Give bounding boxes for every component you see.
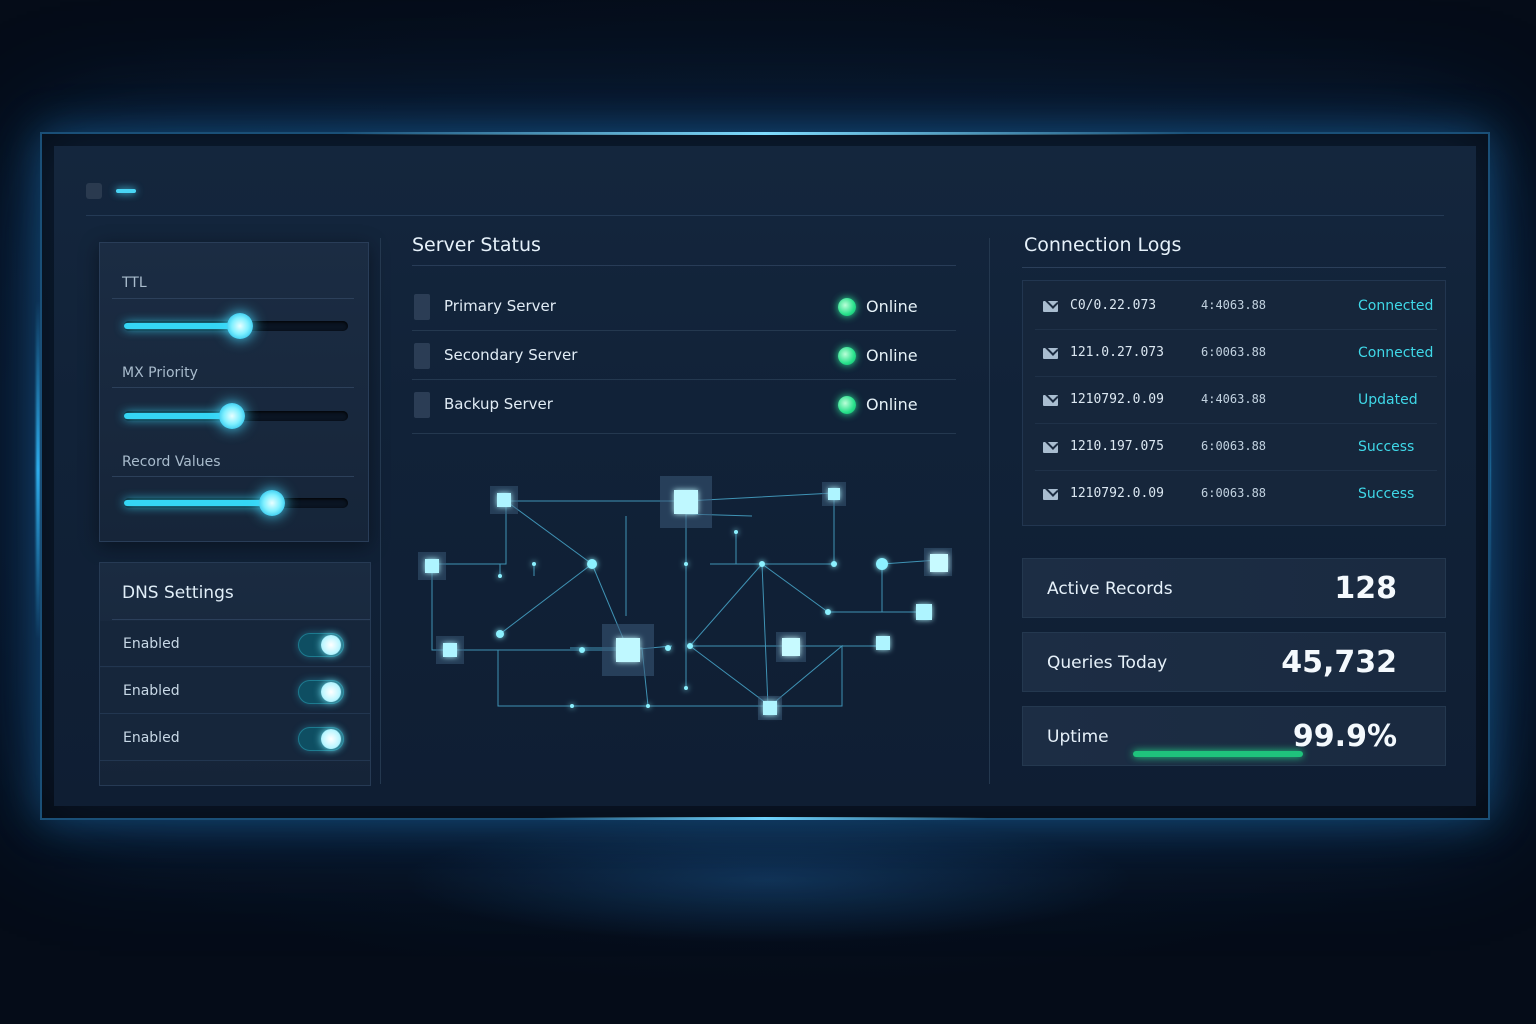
log-status: Updated: [1358, 392, 1418, 408]
log-address: 1210.197.075: [1070, 439, 1164, 454]
dns-toggle-3[interactable]: [298, 727, 344, 751]
log-time: 4:4063.88: [1201, 392, 1267, 406]
divider: [112, 298, 354, 299]
log-time: 6:0063.88: [1201, 486, 1267, 500]
title-bar: [86, 172, 1444, 216]
mx-priority-slider-fill: [124, 413, 232, 419]
uptime-progress-fill: [1133, 751, 1303, 757]
dashboard-window: TTL MX Priority Record Values DNS Settin…: [40, 132, 1490, 820]
active-records-card: Active Records 128: [1022, 558, 1446, 618]
window-menu-button[interactable]: [86, 183, 102, 199]
envelope-icon: [1043, 395, 1058, 406]
log-time: 4:4063.88: [1201, 298, 1267, 312]
dns-setting-label: Enabled: [123, 636, 180, 652]
log-row[interactable]: C0/0.22.073 4:4063.88 Connected: [1035, 283, 1437, 330]
envelope-icon: [1043, 489, 1058, 500]
column-divider: [989, 238, 990, 784]
uptime-label: Uptime: [1047, 727, 1109, 747]
uptime-value: 99.9%: [1292, 719, 1397, 754]
ttl-slider-thumb[interactable]: [227, 313, 253, 339]
queries-today-value: 45,732: [1281, 645, 1397, 680]
divider: [112, 619, 370, 620]
toggle-knob: [321, 682, 341, 702]
uptime-progress-bar: [1133, 751, 1303, 757]
dns-setting-row: Enabled: [100, 715, 370, 761]
minimize-button[interactable]: [116, 189, 136, 193]
active-records-value: 128: [1334, 571, 1397, 606]
divider: [112, 476, 354, 477]
dns-settings-panel: DNS Settings Enabled Enabled Enabled: [99, 562, 371, 786]
mx-priority-slider[interactable]: [124, 403, 348, 429]
connection-logs-title: Connection Logs: [1024, 234, 1182, 256]
record-values-slider-fill: [124, 500, 272, 506]
log-address: C0/0.22.073: [1070, 298, 1157, 313]
server-status-text: Online: [866, 297, 918, 316]
log-status: Success: [1358, 439, 1415, 455]
server-name: Primary Server: [444, 297, 556, 315]
dns-setting-row: Enabled: [100, 668, 370, 714]
dashboard-screen: TTL MX Priority Record Values DNS Settin…: [54, 146, 1476, 806]
queries-today-card: Queries Today 45,732: [1022, 632, 1446, 692]
dns-setting-label: Enabled: [123, 730, 180, 746]
online-status-icon: [838, 298, 856, 316]
envelope-icon: [1043, 442, 1058, 453]
dns-settings-title: DNS Settings: [122, 583, 234, 603]
server-icon: [414, 343, 430, 369]
toggle-knob: [321, 729, 341, 749]
server-row-secondary[interactable]: Secondary Server Online: [412, 331, 956, 380]
log-row[interactable]: 121.0.27.073 6:0063.88 Connected: [1035, 330, 1437, 377]
online-status-icon: [838, 396, 856, 414]
log-status: Success: [1358, 486, 1415, 502]
divider: [412, 265, 956, 266]
log-time: 6:0063.88: [1201, 439, 1267, 453]
online-status-icon: [838, 347, 856, 365]
mx-priority-label: MX Priority: [122, 365, 198, 381]
dns-toggle-1[interactable]: [298, 633, 344, 657]
log-status: Connected: [1358, 345, 1434, 361]
server-row-primary[interactable]: Primary Server Online: [412, 282, 956, 331]
log-address: 1210792.0.09: [1070, 486, 1164, 501]
network-topology-graphic: [418, 476, 952, 720]
record-values-slider[interactable]: [124, 490, 348, 516]
server-status-title: Server Status: [412, 234, 541, 256]
network-nodes: [496, 530, 888, 708]
ttl-slider[interactable]: [124, 313, 348, 339]
uptime-card: Uptime 99.9%: [1022, 706, 1446, 766]
server-status-text: Online: [866, 395, 918, 414]
dns-setting-row: Enabled: [100, 621, 370, 667]
server-name: Backup Server: [444, 395, 553, 413]
ttl-label: TTL: [122, 275, 147, 291]
envelope-icon: [1043, 301, 1058, 312]
divider: [1022, 267, 1446, 268]
server-name: Secondary Server: [444, 346, 578, 364]
server-status-text: Online: [866, 346, 918, 365]
dns-setting-label: Enabled: [123, 683, 180, 699]
server-icon: [414, 392, 430, 418]
log-row[interactable]: 1210.197.075 6:0063.88 Success: [1035, 424, 1437, 471]
dns-toggle-2[interactable]: [298, 680, 344, 704]
record-values-label: Record Values: [122, 454, 221, 470]
connection-log-list: C0/0.22.073 4:4063.88 Connected 121.0.27…: [1022, 280, 1446, 526]
log-row[interactable]: 1210792.0.09 6:0063.88 Success: [1035, 471, 1437, 518]
active-records-label: Active Records: [1047, 579, 1173, 599]
toggle-knob: [321, 635, 341, 655]
log-row[interactable]: 1210792.0.09 4:4063.88 Updated: [1035, 377, 1437, 424]
column-divider: [380, 238, 381, 784]
mx-priority-slider-thumb[interactable]: [219, 403, 245, 429]
log-status: Connected: [1358, 298, 1434, 314]
server-icon: [414, 294, 430, 320]
ttl-slider-fill: [124, 323, 240, 329]
server-row-backup[interactable]: Backup Server Online: [412, 380, 956, 434]
queries-today-label: Queries Today: [1047, 653, 1168, 673]
record-sliders-panel: TTL MX Priority Record Values: [99, 242, 369, 542]
log-time: 6:0063.88: [1201, 345, 1267, 359]
divider: [112, 387, 354, 388]
log-address: 1210792.0.09: [1070, 392, 1164, 407]
envelope-icon: [1043, 348, 1058, 359]
log-address: 121.0.27.073: [1070, 345, 1164, 360]
record-values-slider-thumb[interactable]: [259, 490, 285, 516]
